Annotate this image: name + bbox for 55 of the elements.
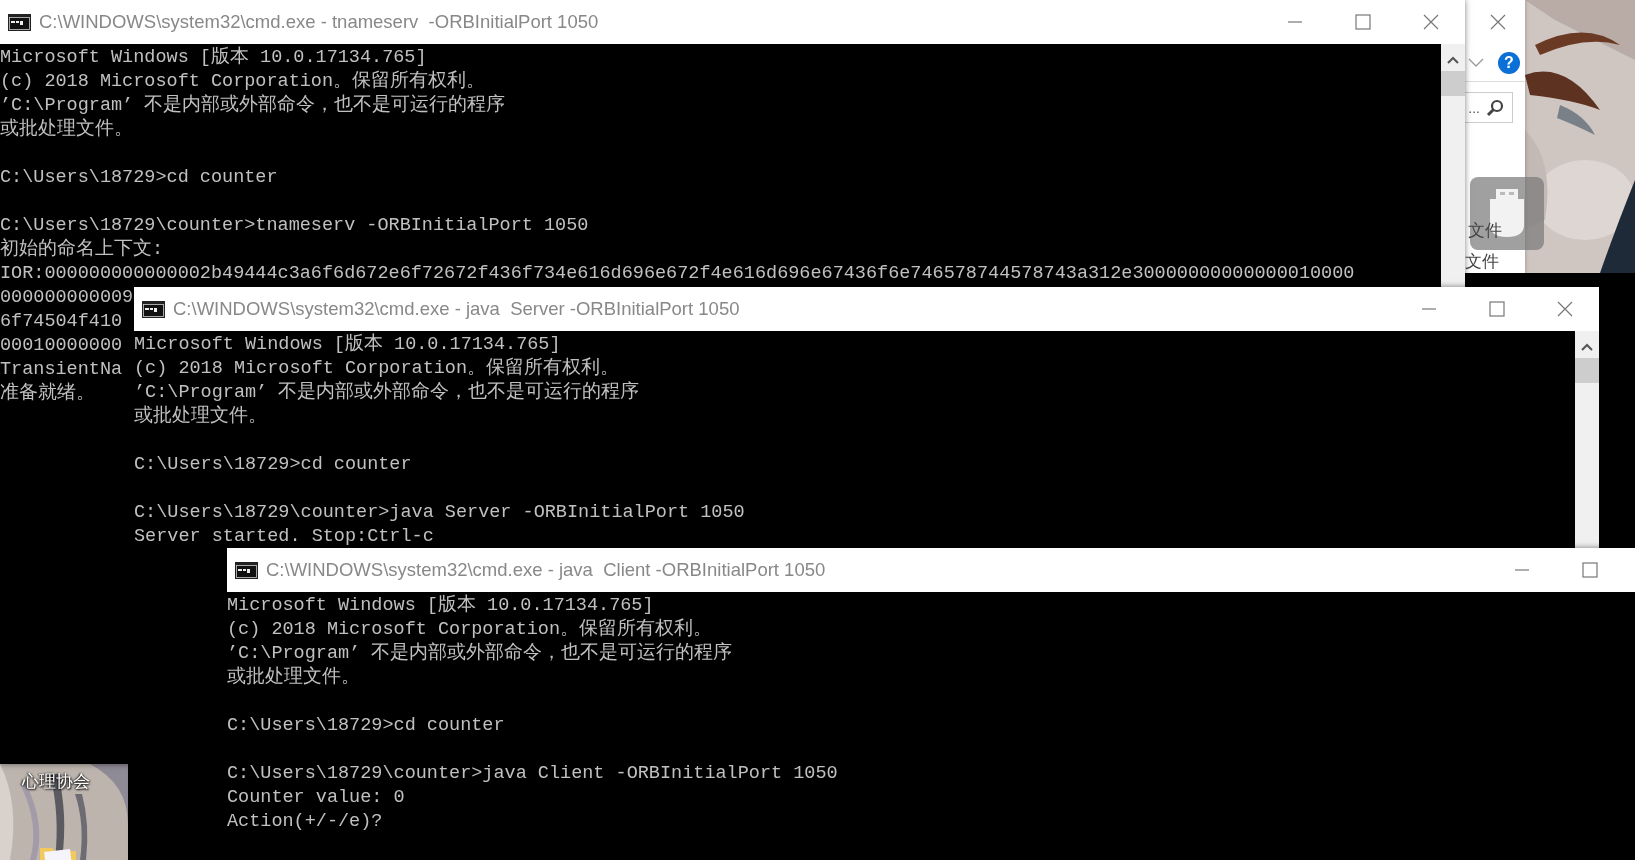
console-line: Action(+/-/e)? <box>227 810 383 834</box>
scroll-up-icon[interactable] <box>1581 343 1593 351</box>
minimize-icon <box>1514 569 1530 571</box>
console-line: C:\Users\18729\counter>java Server -ORBInitialPort 1050 <box>134 501 745 525</box>
console-line: 6f74504f410 <box>0 310 123 334</box>
console-line: 000000000009 <box>0 286 134 310</box>
console-line: ’C:\Program’ 不是内部或外部命令，也不是可运行的程序 <box>227 642 733 666</box>
minimize-icon <box>1421 308 1437 310</box>
console-line: (c) 2018 Microsoft Corporation。保留所有权利。 <box>0 70 486 94</box>
terminal-icon <box>235 561 258 579</box>
console-line: 00010000000 <box>0 334 123 358</box>
scrollbar-thumb[interactable] <box>1441 71 1465 96</box>
usb-drive-icon[interactable] <box>1470 177 1544 250</box>
console-line: (c) 2018 Microsoft Corporation。保留所有权利。 <box>227 618 713 642</box>
console-line: 准备就绪。 <box>0 382 95 406</box>
maximize-icon <box>1355 14 1371 30</box>
console-line: 或批处理文件。 <box>0 118 133 142</box>
window-title: C:\WINDOWS\system32\cmd.exe - tnameserv -ORBInitialPort 1050 <box>39 11 600 33</box>
console-line: C:\Users\18729\counter>java Client -ORBInitialPort 1050 <box>227 762 838 786</box>
console-line: TransientNa <box>0 358 123 382</box>
scroll-up-icon[interactable] <box>1447 56 1459 64</box>
chevron-down-icon[interactable] <box>1468 58 1484 68</box>
help-button[interactable]: ? <box>1498 51 1520 74</box>
console-line: 或批处理文件。 <box>134 405 267 429</box>
console-line: C:\Users\18729\counter>tnameserv -ORBInitialPort 1050 <box>0 214 589 238</box>
terminal-icon <box>142 300 165 318</box>
folder-icon[interactable] <box>40 846 76 860</box>
close-icon <box>1557 301 1573 317</box>
maximize-icon <box>1582 562 1598 578</box>
window-title: C:\WINDOWS\system32\cmd.exe - java Server -ORBInitialPort 1050 <box>173 298 741 320</box>
scrollbar[interactable] <box>1441 44 1465 287</box>
console-line: 或批处理文件。 <box>227 666 360 690</box>
scrollbar[interactable] <box>1575 331 1599 548</box>
minimize-icon <box>1287 21 1303 23</box>
console-line: IOR:000000000000002b49444c3a6f6d672e6f72672f436f734e616d696e672f4e616d696e67436f6e746578744578743a312e30000000000000010000 <box>0 262 1355 286</box>
console-line: (c) 2018 Microsoft Corporation。保留所有权利。 <box>134 357 620 381</box>
console-line: C:\Users\18729>cd counter <box>134 453 412 477</box>
console-line: ’C:\Program’ 不是内部或外部命令，也不是可运行的程序 <box>134 381 640 405</box>
close-icon <box>1423 14 1439 30</box>
console-line: Counter value: 0 <box>227 786 405 810</box>
search-icon <box>1486 98 1504 117</box>
terminal-icon <box>8 13 31 31</box>
console-line: C:\Users\18729>cd counter <box>0 166 278 190</box>
console-line: 初始的命名上下文: <box>0 238 164 262</box>
scrollbar-thumb[interactable] <box>1575 358 1599 383</box>
file-label: 文件 <box>1465 250 1499 273</box>
console-line: ’C:\Program’ 不是内部或外部命令，也不是可运行的程序 <box>0 94 506 118</box>
console-line: Microsoft Windows [版本 10.0.17134.765] <box>227 594 654 618</box>
console-line: C:\Users\18729>cd counter <box>227 714 505 738</box>
console-line: Microsoft Windows [版本 10.0.17134.765] <box>0 46 427 70</box>
console-line: Microsoft Windows [版本 10.0.17134.765] <box>134 333 561 357</box>
close-icon <box>1490 14 1506 30</box>
window-title: C:\WINDOWS\system32\cmd.exe - java Client -ORBInitialPort 1050 <box>266 559 827 581</box>
console-line: Server started. Stop:Ctrl-c <box>134 525 434 549</box>
maximize-icon <box>1489 301 1505 317</box>
